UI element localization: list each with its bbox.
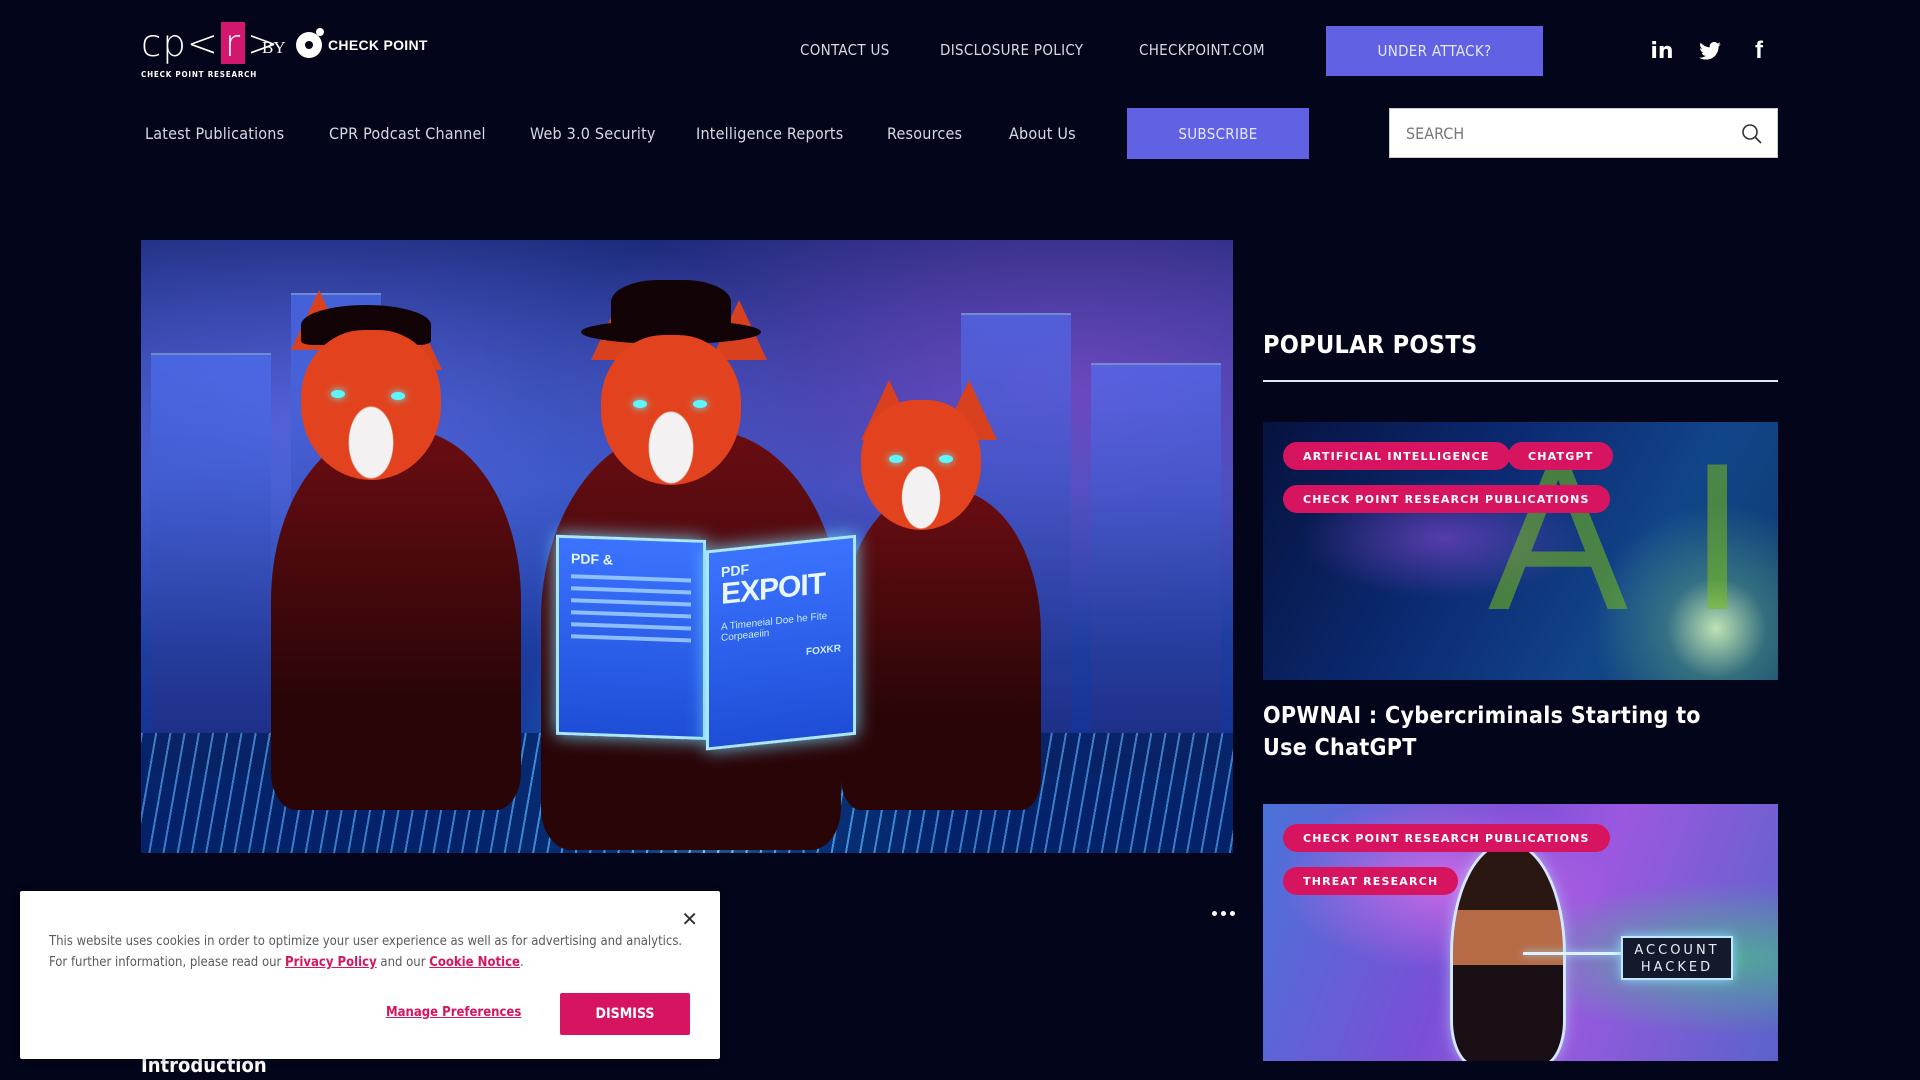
tag-artificial-intelligence[interactable]: ARTIFICIAL INTELLIGENCE: [1283, 442, 1510, 470]
manage-preferences-link[interactable]: Manage Preferences: [386, 1005, 521, 1020]
tag-threat-research[interactable]: THREAT RESEARCH: [1283, 867, 1459, 895]
check-point-logo-text: CHECK POINT: [328, 37, 428, 53]
logo-text-r: r: [220, 22, 246, 64]
logo-mark: cp< r >: [141, 21, 278, 65]
booklet-right-subtitle: A Timeneial Doe he Fite Corpeaeiin: [721, 610, 828, 644]
under-attack-button[interactable]: UNDER ATTACK?: [1326, 26, 1543, 76]
popular-posts-title: POPULAR POSTS: [1263, 330, 1478, 359]
hero-building: [1091, 363, 1221, 773]
booklet-right-brand: FOXKR: [806, 643, 841, 658]
cookie-message-text: .: [519, 955, 524, 970]
booklet-right-page: PDF EXPOIT A Timeneial Doe he Fite Corpe…: [706, 534, 856, 751]
popular-post-title[interactable]: OPWNAI : Cybercriminals Starting to Use …: [1263, 700, 1743, 764]
logo-subtitle: CHECK POINT RESEARCH: [141, 70, 258, 79]
checkpoint-com-link[interactable]: CHECKPOINT.COM: [1139, 41, 1265, 59]
by-label: BY: [262, 38, 286, 57]
subscribe-button[interactable]: SUBSCRIBE: [1127, 108, 1309, 159]
popular-post-image[interactable]: AI ARTIFICIAL INTELLIGENCE CHATGPT CHECK…: [1263, 422, 1778, 680]
popular-post-image[interactable]: ACCOUNT HACKED CHECK POINT RESEARCH PUBL…: [1263, 804, 1778, 1061]
search-box: [1389, 108, 1778, 158]
check-point-logo[interactable]: CHECK POINT: [296, 28, 428, 58]
tag-check-point-research-publications[interactable]: CHECK POINT RESEARCH PUBLICATIONS: [1283, 485, 1610, 513]
hero-booklet: PDF & PDF EXPOIT A Timeneial Doe he Fite…: [556, 534, 856, 751]
search-input[interactable]: [1390, 109, 1720, 157]
hero-image: PDF & PDF EXPOIT A Timeneial Doe he Fite…: [141, 240, 1233, 853]
search-icon[interactable]: [1741, 123, 1763, 145]
account-hacked-line1: ACCOUNT: [1634, 943, 1720, 958]
cpr-logo[interactable]: cp< r > CHECK POINT RESEARCH: [141, 21, 278, 80]
account-hacked-line2: HACKED: [1640, 960, 1714, 975]
linkedin-icon[interactable]: in: [1650, 38, 1674, 64]
cookie-notice-link[interactable]: Cookie Notice: [429, 955, 520, 970]
more-options-icon[interactable]: [1212, 905, 1236, 921]
privacy-policy-link[interactable]: Privacy Policy: [285, 955, 377, 970]
logo-text-prefix: cp<: [141, 21, 219, 65]
hero-building: [151, 353, 271, 773]
twitter-icon[interactable]: [1698, 38, 1722, 64]
booklet-left-title: PDF &: [571, 550, 613, 568]
nav-intelligence-reports[interactable]: Intelligence Reports: [696, 124, 843, 143]
post-image-glow-line: [1523, 952, 1623, 955]
cookie-message: This website uses cookies in order to op…: [49, 931, 689, 973]
close-icon[interactable]: ✕: [681, 907, 698, 931]
booklet-left-page: PDF &: [556, 534, 706, 740]
cookie-banner: ✕ This website uses cookies in order to …: [20, 891, 720, 1059]
nav-resources[interactable]: Resources: [887, 124, 962, 143]
contact-us-link[interactable]: CONTACT US: [800, 41, 890, 59]
nav-latest-publications[interactable]: Latest Publications: [145, 124, 284, 143]
check-point-logo-icon: [296, 28, 324, 58]
facebook-icon[interactable]: f: [1747, 37, 1771, 64]
disclosure-policy-link[interactable]: DISCLOSURE POLICY: [940, 41, 1083, 59]
nav-about-us[interactable]: About Us: [1009, 124, 1076, 143]
popular-posts-divider: [1263, 380, 1778, 382]
tag-check-point-research-publications[interactable]: CHECK POINT RESEARCH PUBLICATIONS: [1283, 824, 1610, 852]
account-hacked-label: ACCOUNT HACKED: [1621, 936, 1733, 980]
tag-chatgpt[interactable]: CHATGPT: [1508, 442, 1614, 470]
dismiss-button[interactable]: DISMISS: [560, 993, 690, 1035]
cookie-message-text: and our: [376, 955, 430, 970]
nav-web3-security[interactable]: Web 3.0 Security: [530, 124, 656, 143]
nav-cpr-podcast-channel[interactable]: CPR Podcast Channel: [329, 124, 486, 143]
